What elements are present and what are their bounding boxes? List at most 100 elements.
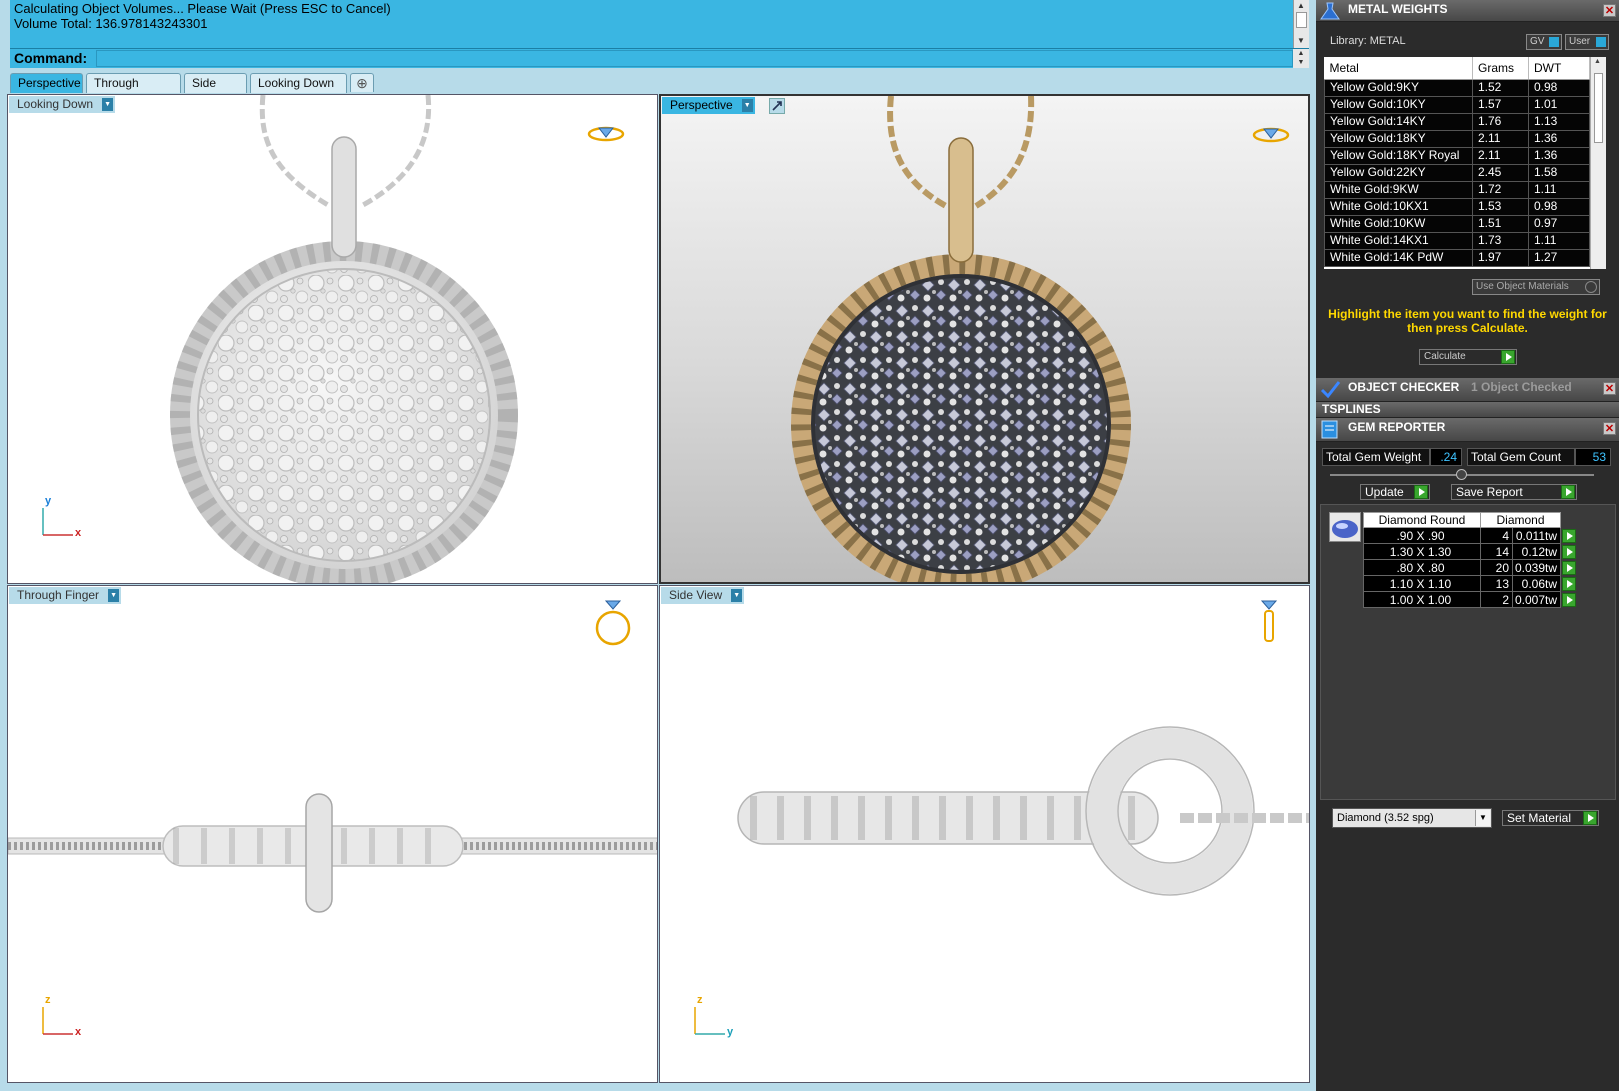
command-history-scrollbar[interactable]: ▲ ▼ — [1293, 0, 1309, 48]
chevron-down-icon[interactable]: ▼ — [1475, 810, 1490, 826]
gem-table[interactable]: Diamond Round Diamond .90 X .90 4 0.011tw 1… — [1363, 512, 1577, 608]
gem-row[interactable]: 1.00 X 1.00 2 0.007tw — [1363, 591, 1577, 608]
ring-gem-view-icon[interactable] — [586, 119, 626, 145]
gem-row-select-button[interactable] — [1562, 528, 1576, 543]
viewport-tab-bar: Perspective Through Finger Side View Loo… — [0, 68, 1316, 108]
close-icon[interactable]: ✕ — [1603, 382, 1616, 395]
gem-weight-cell: 0.007tw — [1512, 591, 1561, 608]
metal-weights-header[interactable]: METAL WEIGHTS ✕ — [1316, 0, 1619, 22]
total-gem-weight-value: .24 — [1430, 448, 1462, 466]
dwt-cell: 0.97 — [1528, 214, 1590, 233]
chevron-down-icon[interactable]: ▼ — [731, 589, 743, 602]
metal-table-scrollbar[interactable]: ▲ — [1590, 57, 1606, 269]
total-gem-weight-label: Total Gem Weight — [1322, 448, 1430, 466]
pendant-side-render — [737, 726, 1309, 896]
gem-count-cell: 20 — [1480, 559, 1513, 576]
grams-cell: 1.76 — [1472, 112, 1529, 131]
command-history: Calculating Object Volumes... Please Wai… — [10, 0, 1293, 48]
metal-row[interactable]: White Gold:10KX1 1.53 0.98 — [1324, 197, 1590, 216]
command-input[interactable] — [96, 50, 1293, 67]
gem-weight-cell: 0.06tw — [1512, 575, 1561, 592]
gem-reporter-header[interactable]: GEM REPORTER ✕ — [1316, 418, 1619, 442]
app-window: Calculating Object Volumes... Please Wai… — [0, 0, 1619, 1091]
report-icon — [1321, 420, 1338, 439]
gv-toggle[interactable]: GV — [1526, 34, 1562, 50]
scroll-thumb[interactable] — [1296, 12, 1307, 28]
ring-side-view-icon[interactable] — [1255, 598, 1285, 652]
gem-count-cell: 4 — [1480, 527, 1513, 544]
chevron-down-icon[interactable]: ▼ — [108, 589, 120, 602]
viewport-perspective[interactable]: Perspective ▼ — [659, 94, 1310, 584]
metal-table[interactable]: Metal Grams DWT Yellow Gold:9KY 1.52 0.98 Y… — [1324, 57, 1606, 269]
metal-row[interactable]: Yellow Gold:14KY 1.76 1.13 — [1324, 112, 1590, 131]
col-gem-material: Diamond — [1480, 512, 1561, 528]
tab-side-view[interactable]: Side View — [184, 73, 247, 108]
render-toggle-icon[interactable] — [769, 98, 785, 114]
close-icon[interactable]: ✕ — [1603, 4, 1616, 17]
metal-row[interactable]: Yellow Gold:18KY 2.11 1.36 — [1324, 129, 1590, 148]
gem-row[interactable]: .90 X .90 4 0.011tw — [1363, 527, 1577, 544]
gem-row[interactable]: 1.30 X 1.30 14 0.12tw — [1363, 543, 1577, 560]
axis-x-label: x — [75, 527, 82, 539]
chevron-down-icon[interactable]: ▼ — [741, 99, 753, 112]
object-checker-status: 1 Object Checked — [1471, 380, 1572, 394]
object-checker-header[interactable]: OBJECT CHECKER 1 Object Checked ✕ — [1316, 378, 1619, 402]
metal-name-cell: Yellow Gold:10KY — [1324, 95, 1473, 114]
play-icon — [1501, 350, 1515, 364]
col-metal[interactable]: Metal — [1324, 57, 1473, 80]
grams-cell: 2.11 — [1472, 129, 1529, 148]
user-toggle[interactable]: User — [1565, 34, 1609, 50]
metal-row[interactable]: Yellow Gold:9KY 1.52 0.98 — [1324, 78, 1590, 97]
gem-row[interactable]: .80 X .80 20 0.039tw — [1363, 559, 1577, 576]
chevron-down-icon[interactable]: ▼ — [102, 98, 114, 111]
viewport-looking-down[interactable]: Looking Down ▼ y x — [7, 94, 658, 584]
metal-name-cell: White Gold:10KX1 — [1324, 197, 1473, 216]
splitter-handle[interactable] — [1456, 469, 1467, 480]
metal-row[interactable]: White Gold:10KW 1.51 0.97 — [1324, 214, 1590, 233]
tab-looking-down[interactable]: Looking Down — [250, 73, 347, 93]
flask-icon — [1320, 2, 1340, 20]
gem-list-area: Diamond Round Diamond .90 X .90 4 0.011tw 1… — [1320, 504, 1616, 800]
viewport-through-finger[interactable]: Through Finger ▼ z x — [7, 585, 658, 1083]
gem-row-select-button[interactable] — [1562, 544, 1576, 559]
metal-row[interactable]: Yellow Gold:22KY 2.45 1.58 — [1324, 163, 1590, 182]
command-line-scrollbar[interactable]: ▲ ▼ — [1293, 49, 1309, 68]
tsplines-header[interactable]: TSPLINES — [1316, 402, 1619, 418]
metal-row[interactable]: White Gold:9KW 1.72 1.11 — [1324, 180, 1590, 199]
viewport-label-perspective[interactable]: Perspective ▼ — [662, 97, 755, 114]
scroll-down-icon[interactable]: ▼ — [1297, 36, 1305, 45]
viewport-label-looking-down[interactable]: Looking Down ▼ — [9, 96, 116, 113]
dwt-cell: 1.36 — [1528, 129, 1590, 148]
metal-row[interactable]: White Gold:14K PdW 1.97 1.27 — [1324, 248, 1590, 267]
viewport-label-through-finger[interactable]: Through Finger ▼ — [9, 587, 122, 604]
metal-row[interactable]: White Gold:14KX1 1.73 1.11 — [1324, 231, 1590, 250]
use-object-materials-checkbox[interactable]: Use Object Materials — [1472, 279, 1600, 295]
axis-x-label: x — [75, 1026, 82, 1038]
close-icon[interactable]: ✕ — [1603, 422, 1616, 435]
metal-row[interactable]: Yellow Gold:10KY 1.57 1.01 — [1324, 95, 1590, 114]
viewport-side-view[interactable]: Side View ▼ z y — [659, 585, 1310, 1083]
col-dwt[interactable]: DWT — [1528, 57, 1590, 80]
ring-gem-view-icon[interactable] — [1251, 120, 1291, 146]
material-select[interactable]: Diamond (3.52 spg) ▼ — [1332, 808, 1492, 828]
update-button[interactable]: Update — [1360, 484, 1430, 500]
total-gem-count-value: 53 — [1575, 448, 1611, 466]
col-grams[interactable]: Grams — [1472, 57, 1529, 80]
save-report-button[interactable]: Save Report — [1451, 484, 1577, 500]
gem-row-select-button[interactable] — [1562, 560, 1576, 575]
tab-perspective[interactable]: Perspective — [10, 73, 83, 93]
gem-row[interactable]: 1.10 X 1.10 13 0.06tw — [1363, 575, 1577, 592]
scroll-up-icon[interactable]: ▲ — [1297, 1, 1305, 10]
metal-row[interactable]: Yellow Gold:18KY Royal 2.11 1.36 — [1324, 146, 1590, 165]
tab-through-finger[interactable]: Through Finger — [86, 73, 181, 108]
right-panel: METAL WEIGHTS ✕ Library: METAL GV User M… — [1316, 0, 1619, 1091]
axis-z-label: z — [697, 994, 703, 1006]
ring-front-view-icon[interactable] — [593, 598, 633, 648]
set-material-button[interactable]: Set Material — [1502, 810, 1599, 826]
viewport-label-side-view[interactable]: Side View ▼ — [661, 587, 745, 604]
calculate-button[interactable]: Calculate — [1419, 349, 1517, 365]
gem-row-select-button[interactable] — [1562, 592, 1576, 607]
add-tab-icon[interactable]: ⊕ — [350, 73, 374, 92]
gem-row-select-button[interactable] — [1562, 576, 1576, 591]
gem-weight-cell: 0.12tw — [1512, 543, 1561, 560]
